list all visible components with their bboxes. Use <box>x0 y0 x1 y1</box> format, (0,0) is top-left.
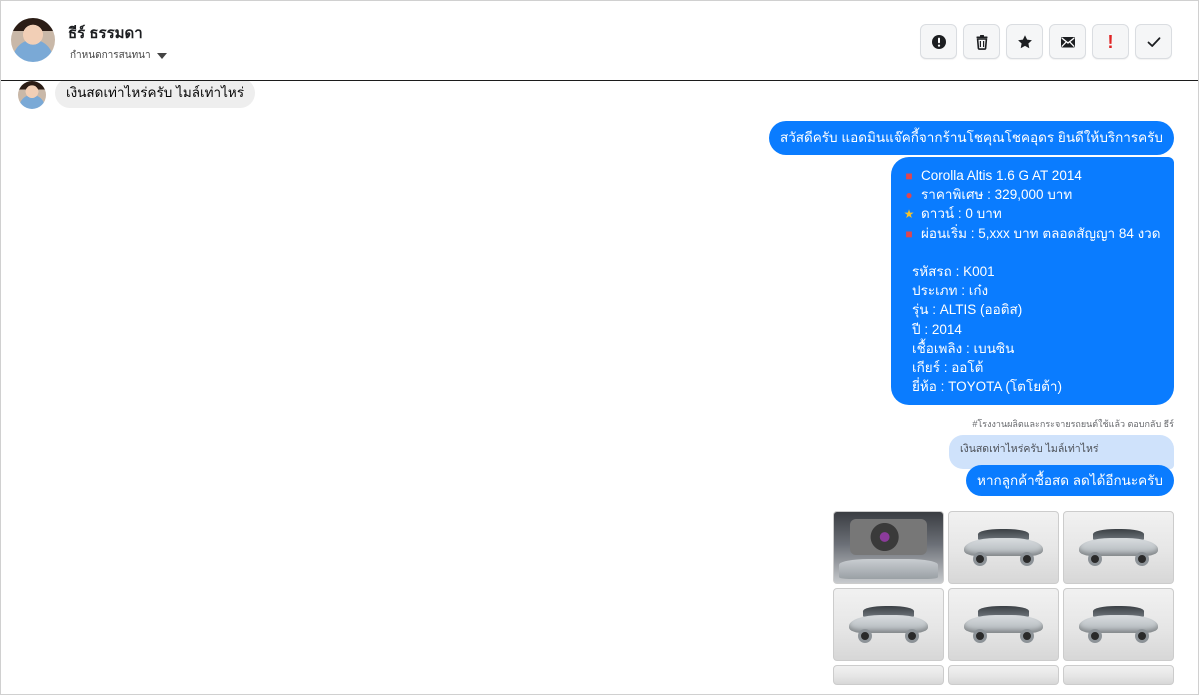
outgoing-listing-message[interactable]: ■ Corolla Altis 1.6 G AT 2014 ● ราคาพิเศษ … <box>891 157 1174 406</box>
chat-window: ธีร์ ธรรมดา กำหนดการสนทนา ! เงินสดเท่าไห… <box>0 0 1199 695</box>
trash-icon <box>976 34 987 50</box>
car-photo-partial[interactable] <box>948 665 1059 685</box>
mail-icon <box>1060 36 1075 47</box>
pin-icon: ● <box>905 188 913 203</box>
photo-gallery <box>833 511 1174 685</box>
conversation-header: ธีร์ ธรรมดา กำหนดการสนทนา ! <box>1 1 1198 81</box>
listing-line: ● ราคาพิเศษ : 329,000 บาท <box>901 185 1162 204</box>
listing-line: ■ Corolla Altis 1.6 G AT 2014 <box>901 166 1162 185</box>
listing-detail: เชื้อเพลิง : เบนซิน <box>912 340 1015 356</box>
car-photo-front[interactable] <box>948 588 1059 661</box>
caret-down-icon <box>156 53 167 59</box>
header-actions: ! <box>920 24 1172 59</box>
star-icon <box>1017 34 1032 48</box>
car-icon: ■ <box>905 169 913 183</box>
message-thread: เงินสดเท่าไหร่ครับ ไมล์เท่าไหร่ สวัสดีคร… <box>1 78 1198 694</box>
car-photo-front-left[interactable] <box>948 511 1059 584</box>
car-photo-engine[interactable] <box>833 511 944 584</box>
delete-button[interactable] <box>963 24 1000 59</box>
listing-detail: ประเภท : เก๋ง <box>912 283 989 299</box>
mark-done-button[interactable] <box>1135 24 1172 59</box>
conversation-status-label: กำหนดการสนทนา <box>70 50 151 61</box>
listing-detail: เกียร์ : ออโต้ <box>912 359 984 375</box>
car-icon: ■ <box>905 226 913 241</box>
car-photo-side[interactable] <box>1063 588 1174 661</box>
sender-avatar[interactable] <box>18 81 46 109</box>
listing-detail: รุ่น : ALTIS (ออติส) <box>912 302 1023 318</box>
quoted-message[interactable]: เงินสดเท่าไหร่ครับ ไมล์เท่าไหร่ <box>949 435 1174 469</box>
outgoing-reply-message[interactable]: หากลูกค้าซื้อสด ลดได้อีกนะครับ <box>966 465 1174 496</box>
check-icon <box>1147 36 1160 47</box>
contact-name[interactable]: ธีร์ ธรรมดา <box>68 21 143 45</box>
important-icon: ! <box>1107 31 1114 52</box>
star-icon: ★ <box>903 207 915 222</box>
reply-meta: #โรงงานผลิตและกระจายรถยนต์ใช้แล้ว ตอบกลั… <box>972 419 1174 429</box>
car-photo-partial[interactable] <box>833 665 944 685</box>
car-photo-partial[interactable] <box>1063 665 1174 685</box>
listing-detail: ยี่ห้อ : TOYOTA (โตโยต้า) <box>912 379 1062 395</box>
car-photo-front-left-2[interactable] <box>833 588 944 661</box>
mark-important-button[interactable]: ! <box>1092 24 1129 59</box>
mark-unread-button[interactable] <box>1049 24 1086 59</box>
star-button[interactable] <box>1006 24 1043 59</box>
mark-spam-button[interactable] <box>920 24 957 59</box>
report-icon <box>931 34 946 49</box>
outgoing-message[interactable]: สวัสดีครับ แอดมินแจ๊คกี้จากร้านโชคุณโชคอ… <box>768 121 1174 155</box>
listing-line: ★ ดาวน์ : 0 บาท <box>901 204 1162 223</box>
listing-detail: รหัสรถ : K001 <box>912 263 995 279</box>
incoming-message[interactable]: เงินสดเท่าไหร่ครับ ไมล์เท่าไหร่ <box>55 78 256 108</box>
car-photo-rear-right[interactable] <box>1063 511 1174 584</box>
listing-line: ■ ผ่อนเริ่ม : 5,xxx บาท ตลอดสัญญา 84 งวด <box>901 224 1162 243</box>
conversation-status-dropdown[interactable]: กำหนดการสนทนา <box>70 48 167 63</box>
contact-avatar[interactable] <box>11 18 55 62</box>
listing-detail: ปี : 2014 <box>912 321 962 337</box>
